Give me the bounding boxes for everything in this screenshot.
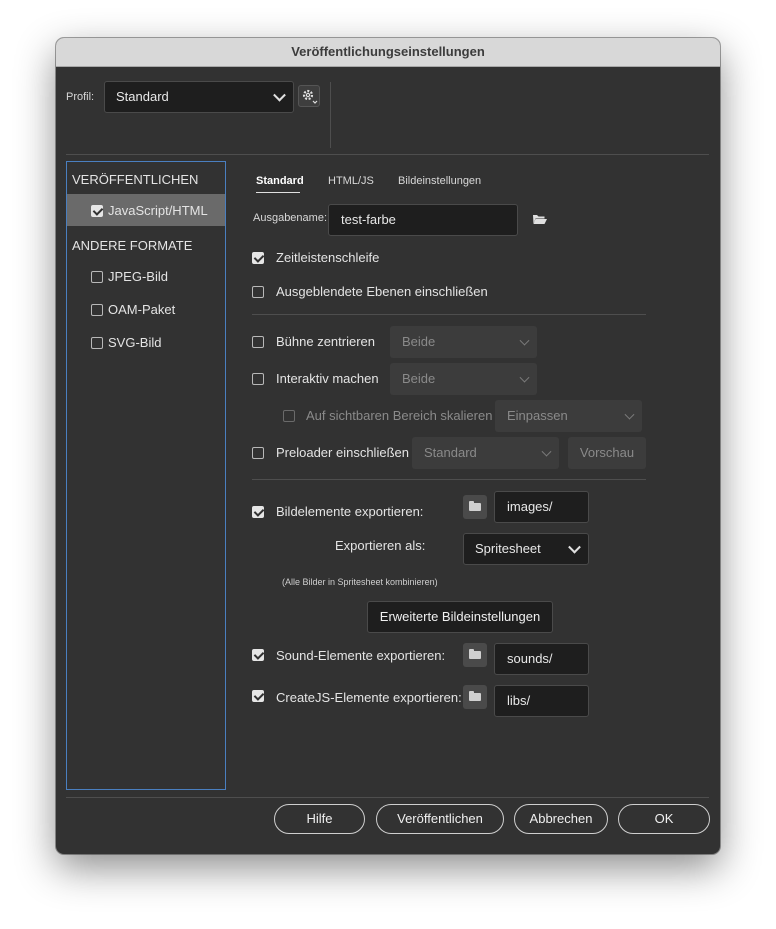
chevron-down-icon bbox=[519, 372, 530, 383]
sidebar-heading-other: ANDERE FORMATE bbox=[72, 238, 193, 253]
chevron-down-icon bbox=[273, 88, 286, 102]
cancel-button[interactable]: Abbrechen bbox=[514, 804, 608, 834]
responsive-label: Interaktiv machen bbox=[276, 371, 379, 386]
export-sounds-label: Sound-Elemente exportieren: bbox=[276, 648, 446, 663]
tab-active-underline bbox=[256, 192, 300, 193]
window-title: Veröffentlichungseinstellungen bbox=[56, 38, 720, 67]
responsive-select[interactable]: Beide bbox=[390, 363, 537, 395]
footer-divider bbox=[66, 797, 709, 798]
advanced-image-settings-button[interactable]: Erweiterte Bildeinstellungen bbox=[367, 601, 553, 633]
center-stage-select-value: Beide bbox=[402, 334, 436, 349]
preloader-preview-button[interactable]: Vorschau bbox=[568, 437, 646, 469]
header-divider bbox=[66, 154, 709, 155]
export-createjs-label: CreateJS-Elemente exportieren: bbox=[276, 690, 462, 705]
hidden-layers-label: Ausgeblendete Ebenen einschließen bbox=[276, 284, 488, 299]
help-button[interactable]: Hilfe bbox=[274, 804, 365, 834]
responsive-select-value: Beide bbox=[402, 371, 436, 386]
timeline-loop-label: Zeitleistenschleife bbox=[276, 250, 380, 265]
format-sidebar: VERÖFFENTLICHEN JavaScript/HTML ANDERE F… bbox=[66, 161, 226, 790]
folder-open-icon[interactable] bbox=[532, 213, 548, 225]
images-folder-button[interactable] bbox=[463, 495, 487, 519]
preloader-checkbox[interactable] bbox=[252, 447, 264, 459]
sidebar-item-javascript-html[interactable]: JavaScript/HTML bbox=[67, 194, 225, 226]
responsive-checkbox[interactable] bbox=[252, 373, 264, 385]
tab-html-js[interactable]: HTML/JS bbox=[328, 175, 374, 187]
preloader-label: Preloader einschließen bbox=[276, 445, 409, 460]
folder-icon bbox=[469, 691, 481, 701]
tab-standard[interactable]: Standard bbox=[256, 175, 304, 187]
createjs-folder-button[interactable] bbox=[463, 685, 487, 709]
jpeg-checkbox[interactable] bbox=[91, 271, 103, 283]
tab-image-settings[interactable]: Bildeinstellungen bbox=[398, 175, 481, 187]
sidebar-item-label: OAM-Paket bbox=[108, 302, 176, 317]
preloader-select[interactable]: Standard bbox=[412, 437, 559, 469]
javascript-html-checkbox[interactable] bbox=[91, 205, 103, 217]
section-divider-2 bbox=[252, 479, 646, 480]
sidebar-item-jpeg[interactable]: JPEG-Bild bbox=[67, 261, 225, 291]
publish-button[interactable]: Veröffentlichen bbox=[376, 804, 504, 834]
images-path-field[interactable]: images/ bbox=[494, 491, 589, 523]
sidebar-heading-publish: VERÖFFENTLICHEN bbox=[72, 172, 199, 187]
scale-visible-label: Auf sichtbaren Bereich skalieren bbox=[306, 408, 493, 423]
svg-checkbox[interactable] bbox=[91, 337, 103, 349]
chevron-down-icon bbox=[624, 409, 635, 420]
sidebar-item-label: JavaScript/HTML bbox=[108, 203, 208, 218]
preloader-select-value: Standard bbox=[424, 445, 477, 460]
ok-button[interactable]: OK bbox=[618, 804, 710, 834]
createjs-path-field[interactable]: libs/ bbox=[494, 685, 589, 717]
folder-icon bbox=[469, 501, 481, 511]
export-images-label: Bildelemente exportieren: bbox=[276, 504, 424, 519]
center-stage-select[interactable]: Beide bbox=[390, 326, 537, 358]
hidden-layers-checkbox[interactable] bbox=[252, 286, 264, 298]
sidebar-item-svg[interactable]: SVG-Bild bbox=[67, 327, 225, 357]
chevron-down-icon bbox=[519, 335, 530, 346]
export-sounds-checkbox[interactable] bbox=[252, 649, 264, 661]
profile-label: Profil: bbox=[66, 91, 95, 103]
sidebar-item-label: JPEG-Bild bbox=[108, 269, 168, 284]
scale-visible-select[interactable]: Einpassen bbox=[495, 400, 642, 432]
sidebar-item-oam[interactable]: OAM-Paket bbox=[67, 294, 225, 324]
scale-visible-checkbox[interactable] bbox=[283, 410, 295, 422]
oam-checkbox[interactable] bbox=[91, 304, 103, 316]
center-stage-label: Bühne zentrieren bbox=[276, 334, 376, 349]
profile-options-button[interactable] bbox=[298, 85, 320, 107]
sidebar-item-label: SVG-Bild bbox=[108, 335, 162, 350]
center-stage-checkbox[interactable] bbox=[252, 336, 264, 348]
output-name-label: Ausgabename: bbox=[253, 212, 327, 224]
export-as-label: Exportieren als: bbox=[335, 538, 426, 553]
timeline-loop-checkbox[interactable] bbox=[252, 252, 264, 264]
gear-icon bbox=[302, 89, 318, 104]
export-createjs-checkbox[interactable] bbox=[252, 690, 264, 702]
chevron-down-icon bbox=[541, 446, 552, 457]
profile-divider bbox=[330, 82, 331, 148]
output-name-field[interactable]: test-farbe bbox=[328, 204, 518, 236]
sounds-folder-button[interactable] bbox=[463, 643, 487, 667]
chevron-down-icon bbox=[568, 540, 581, 554]
export-images-checkbox[interactable] bbox=[252, 506, 264, 518]
profile-select-value: Standard bbox=[116, 89, 169, 104]
export-as-select[interactable]: Spritesheet bbox=[463, 533, 589, 565]
publish-settings-dialog: Veröffentlichungseinstellungen Profil: S… bbox=[56, 38, 720, 854]
sounds-path-field[interactable]: sounds/ bbox=[494, 643, 589, 675]
profile-select[interactable]: Standard bbox=[104, 81, 294, 113]
scale-visible-select-value: Einpassen bbox=[507, 408, 568, 423]
export-as-value: Spritesheet bbox=[475, 541, 541, 556]
spritesheet-note: (Alle Bilder in Spritesheet kombinieren) bbox=[282, 577, 438, 587]
folder-icon bbox=[469, 649, 481, 659]
section-divider-1 bbox=[252, 314, 646, 315]
